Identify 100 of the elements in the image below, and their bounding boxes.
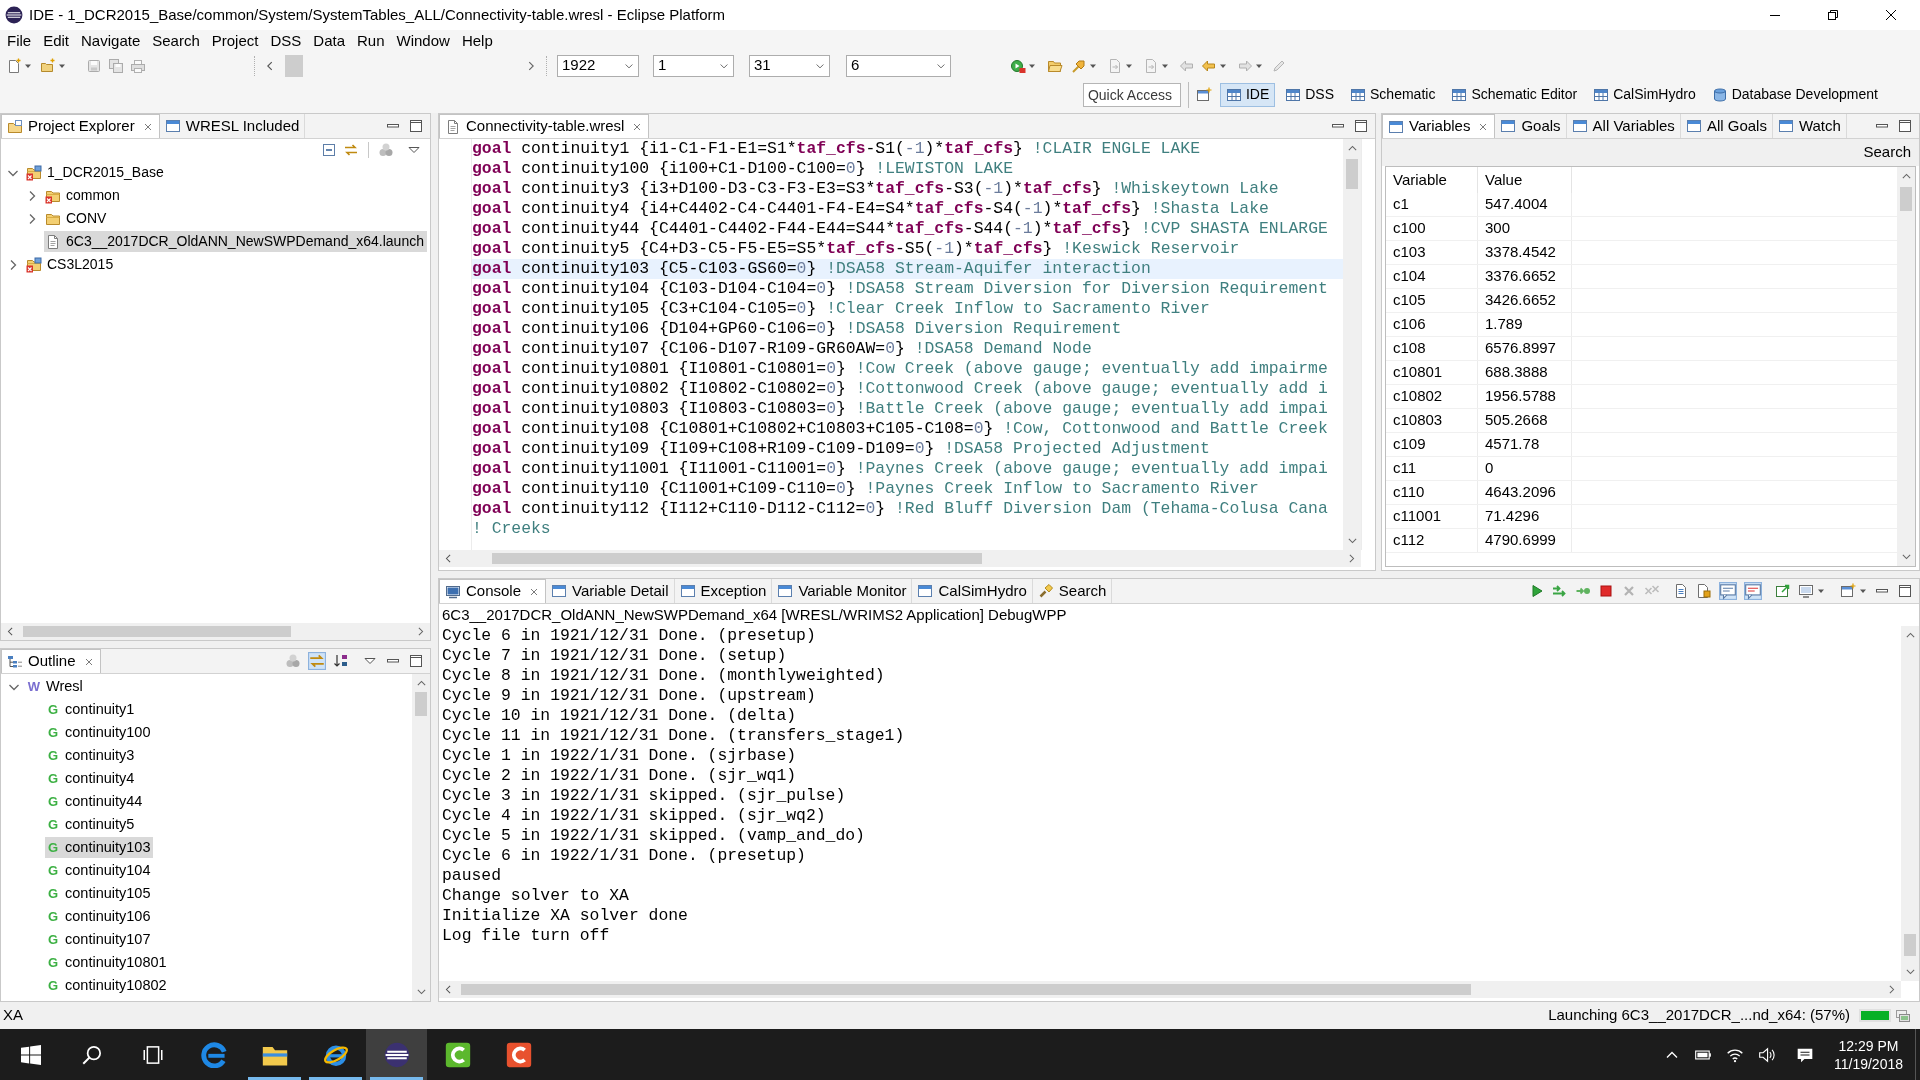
- menu-item[interactable]: Help: [455, 30, 499, 52]
- tree-item[interactable]: G continuity107: [45, 929, 154, 950]
- taskbar-button[interactable]: [366, 1029, 427, 1080]
- stop-icon[interactable]: [1598, 583, 1614, 599]
- scroll-thumb[interactable]: [23, 626, 291, 637]
- scroll-thumb[interactable]: [285, 54, 303, 77]
- minus-box-icon[interactable]: [321, 142, 337, 158]
- scroll-thumb[interactable]: [1900, 187, 1912, 211]
- tab[interactable]: Variables: [1382, 114, 1496, 138]
- column-header[interactable]: Variable: [1393, 168, 1447, 192]
- stacked-windows-icon[interactable]: [1895, 1007, 1911, 1024]
- clock-time[interactable]: 12:29 PM: [1838, 1036, 1899, 1055]
- tree-item[interactable]: G continuity4: [45, 768, 138, 789]
- quick-access-field[interactable]: Quick Access: [1082, 82, 1181, 107]
- tab[interactable]: Variable Detail: [546, 579, 675, 603]
- dropdown[interactable]: 1: [653, 54, 734, 77]
- tab[interactable]: Console: [439, 579, 547, 603]
- tree-item[interactable]: G continuity1: [45, 699, 138, 720]
- document-lines-icon[interactable]: [1673, 583, 1689, 599]
- scroll-thumb[interactable]: [461, 984, 1471, 995]
- speech-bubble-icon[interactable]: [1719, 582, 1737, 600]
- tree-item[interactable]: 6C3__2017DCR_OldANN_NewSWPDemand_x64.launch: [44, 231, 427, 252]
- scroll-thumb[interactable]: [1904, 934, 1916, 956]
- swap-arrows-icon[interactable]: [343, 142, 359, 158]
- perspective-button[interactable]: Database Development: [1705, 82, 1884, 107]
- menu-item[interactable]: DSS: [264, 30, 308, 52]
- tab[interactable]: WRESL Included: [159, 114, 306, 138]
- tree-item[interactable]: CS3L2015: [25, 254, 117, 275]
- tree-item[interactable]: G continuity10802: [45, 975, 170, 996]
- speech-bubble-alert-icon[interactable]: [1744, 582, 1762, 600]
- dropdown[interactable]: 6: [846, 54, 951, 77]
- maximize-icon[interactable]: [1897, 583, 1913, 599]
- tab[interactable]: Project Explorer: [1, 114, 160, 138]
- new-file-icon[interactable]: [6, 57, 22, 74]
- dropdown[interactable]: 31: [749, 54, 830, 77]
- menu-item[interactable]: Edit: [37, 30, 76, 52]
- tree-item[interactable]: W Wresl: [26, 676, 86, 697]
- tree-item[interactable]: G continuity5: [45, 814, 138, 835]
- tab[interactable]: Watch: [1772, 114, 1847, 138]
- document-badge-icon[interactable]: [1696, 583, 1712, 599]
- scrollbar[interactable]: [439, 981, 1901, 998]
- column-header[interactable]: Value: [1485, 168, 1523, 192]
- tree-item[interactable]: 1_DCR2015_Base: [25, 162, 167, 183]
- new-folder-icon[interactable]: [40, 57, 56, 74]
- swap-arrows-icon[interactable]: [308, 652, 326, 670]
- scrollbar[interactable]: [439, 550, 1361, 567]
- three-balls-icon[interactable]: [378, 142, 394, 158]
- double-arrow-icon[interactable]: [1552, 583, 1568, 599]
- tab[interactable]: Variable Monitor: [772, 579, 913, 603]
- tree-item[interactable]: common: [44, 185, 123, 206]
- restore-icon[interactable]: [1827, 9, 1839, 21]
- tab[interactable]: Goals: [1495, 114, 1567, 138]
- tree-item[interactable]: G continuity3: [45, 745, 138, 766]
- menu-item[interactable]: Window: [390, 30, 456, 52]
- tab[interactable]: All Variables: [1566, 114, 1681, 138]
- menu-item[interactable]: Data: [307, 30, 351, 52]
- clock-date[interactable]: 11/19/2018: [1833, 1054, 1903, 1073]
- scrollbar[interactable]: [1901, 626, 1919, 981]
- window-plus-icon[interactable]: [1195, 86, 1212, 103]
- monitor-icon[interactable]: [1798, 583, 1814, 599]
- tree-item[interactable]: G continuity44: [45, 791, 146, 812]
- tab[interactable]: CalSimHydro: [912, 579, 1033, 603]
- dropdown[interactable]: 1922: [557, 54, 639, 77]
- perspective-button[interactable]: CalSimHydro: [1587, 82, 1702, 107]
- perspective-button[interactable]: DSS: [1279, 82, 1341, 107]
- tree-item[interactable]: G continuity10801: [45, 952, 170, 973]
- close-icon[interactable]: [1885, 9, 1897, 21]
- tree-item[interactable]: G continuity104: [45, 860, 154, 881]
- tab[interactable]: Connectivity-table.wresl: [439, 114, 650, 138]
- maximize-icon[interactable]: [408, 118, 424, 134]
- menu-item[interactable]: Navigate: [75, 30, 147, 52]
- menu-item[interactable]: Run: [351, 30, 391, 52]
- sort-arrow-icon[interactable]: [333, 653, 349, 669]
- caret-icon[interactable]: [1859, 587, 1867, 595]
- tree-item[interactable]: G continuity100: [45, 722, 154, 743]
- search-button[interactable]: Search: [1863, 141, 1911, 164]
- tab[interactable]: All Goals: [1680, 114, 1773, 138]
- tree-item[interactable]: G continuity106: [45, 906, 154, 927]
- window-plus-icon[interactable]: [1840, 583, 1856, 599]
- tree-item[interactable]: G continuity105: [45, 883, 154, 904]
- perspective-button[interactable]: Schematic: [1344, 82, 1442, 107]
- scrollbar[interactable]: [1897, 167, 1915, 566]
- perspective-button[interactable]: Schematic Editor: [1445, 82, 1584, 107]
- menu-item[interactable]: File: [1, 30, 38, 52]
- tab[interactable]: Exception: [674, 579, 773, 603]
- tree-item[interactable]: CONV: [44, 208, 110, 229]
- scroll-thumb[interactable]: [492, 553, 982, 564]
- scrollbar[interactable]: [1, 623, 430, 640]
- scroll-thumb[interactable]: [415, 692, 427, 716]
- speaker-icon[interactable]: [1757, 1045, 1776, 1064]
- tab[interactable]: Outline: [1, 649, 101, 673]
- menu-item[interactable]: Search: [146, 30, 206, 52]
- scroll-thumb[interactable]: [1346, 159, 1358, 189]
- tree-item[interactable]: G continuity103: [45, 837, 154, 858]
- maximize-icon[interactable]: [1897, 118, 1913, 134]
- diagonal-tool-icon[interactable]: [1071, 57, 1087, 74]
- maximize-icon[interactable]: [408, 653, 424, 669]
- scrollbar[interactable]: [1343, 139, 1361, 550]
- perspective-button[interactable]: IDE: [1219, 82, 1276, 107]
- caret-icon[interactable]: [1817, 587, 1825, 595]
